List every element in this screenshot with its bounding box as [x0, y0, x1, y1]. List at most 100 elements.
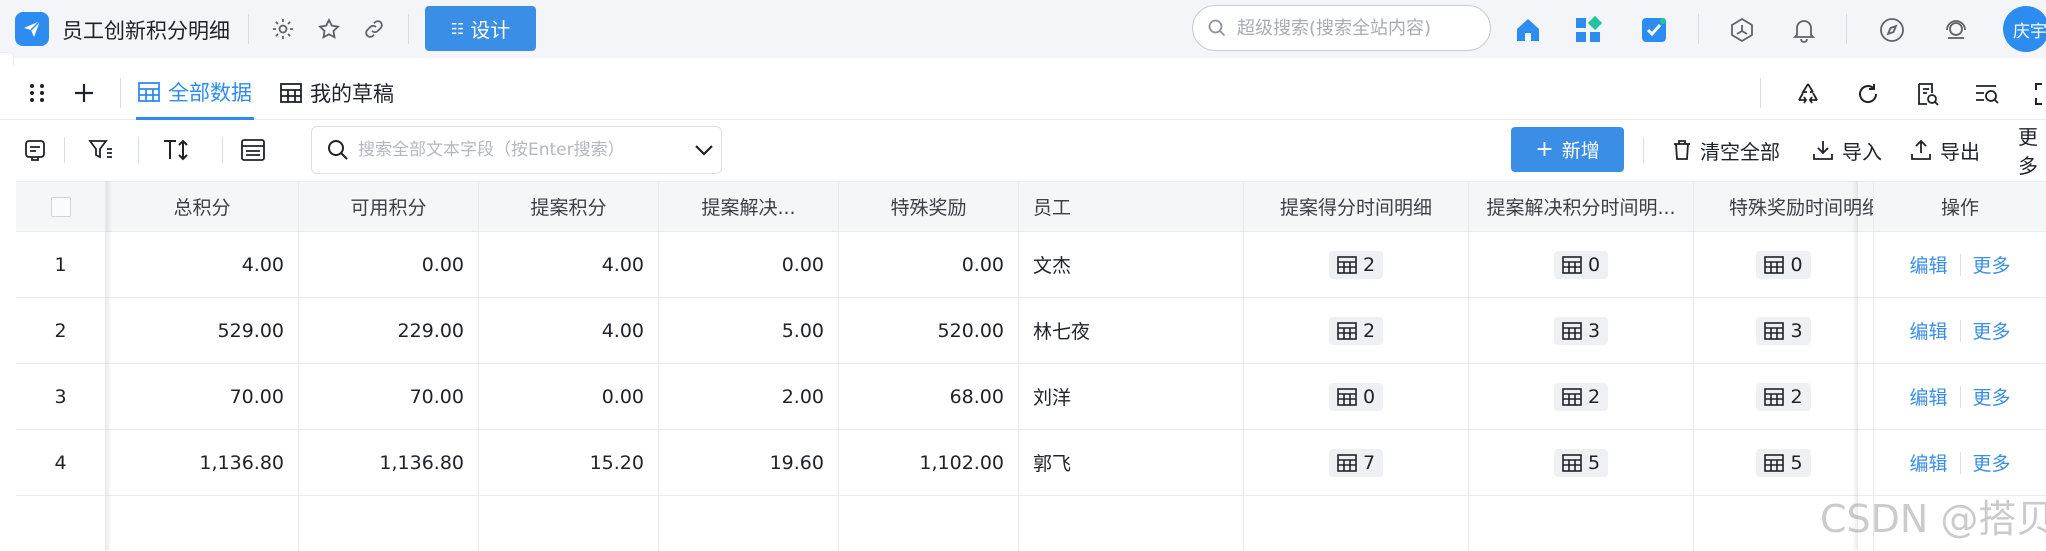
empty-area — [1244, 496, 1469, 551]
search-list-icon[interactable] — [1971, 78, 2003, 110]
link-icon[interactable] — [359, 14, 389, 44]
design-button-label: 设计 — [470, 18, 511, 42]
subtable-count: 3 — [1587, 319, 1601, 342]
more-link[interactable]: 更多 — [1973, 449, 2011, 476]
export-button[interactable]: 导出 — [1910, 131, 1980, 169]
import-button[interactable]: 导入 — [1812, 131, 1882, 169]
refresh-icon[interactable] — [1852, 78, 1884, 110]
audit-icon[interactable] — [1911, 78, 1943, 110]
select-all-checkbox[interactable] — [50, 196, 71, 217]
subtable-chip[interactable]: 5 — [1553, 448, 1609, 477]
cell-special: 520.00 — [839, 298, 1019, 364]
empty-area — [659, 496, 839, 551]
tab-all-data[interactable]: 全部数据 — [136, 66, 254, 120]
cell-available: 0.00 — [299, 232, 479, 298]
subtable-chip[interactable]: 2 — [1328, 316, 1384, 345]
hexagon-icon[interactable] — [1724, 12, 1760, 48]
subtable-chip[interactable]: 5 — [1756, 448, 1811, 477]
empty-area — [299, 496, 479, 551]
column-header[interactable]: 总积分 — [106, 182, 299, 232]
design-button[interactable]: ☷ 设计 — [425, 6, 536, 51]
clear-all-button[interactable]: 清空全部 — [1672, 131, 1780, 169]
column-header[interactable]: 提案积分 — [479, 182, 659, 232]
divider — [1698, 14, 1699, 44]
global-search-input[interactable] — [1237, 17, 1477, 39]
compass-icon[interactable] — [1874, 12, 1910, 48]
edit-link[interactable]: 编辑 — [1909, 449, 1947, 476]
star-icon[interactable] — [314, 14, 344, 44]
app-title: 员工创新积分明细 — [62, 19, 230, 43]
column-header[interactable]: 提案解决... — [659, 182, 839, 232]
more-link[interactable]: 更多 — [1973, 251, 2011, 278]
subtable-count: 0 — [1362, 385, 1376, 408]
drag-handle-icon[interactable] — [24, 80, 50, 106]
trash-icon — [1674, 140, 1690, 160]
column-header[interactable]: 特殊奖励 — [839, 182, 1019, 232]
add-view-icon[interactable] — [70, 79, 98, 107]
subtable-chip[interactable]: 2 — [1328, 250, 1384, 279]
edit-link[interactable]: 编辑 — [1909, 251, 1947, 278]
table-icon — [1562, 453, 1582, 472]
apps-icon[interactable] — [1570, 12, 1606, 48]
task-check-icon[interactable] — [1636, 12, 1672, 48]
more-link[interactable]: 更多 — [1973, 317, 2011, 344]
column-header[interactable]: 可用积分 — [299, 182, 479, 232]
empty-area — [1469, 496, 1694, 551]
cell-actions: 编辑 更多 — [1874, 364, 2046, 430]
tab-label: 我的草稿 — [310, 82, 394, 106]
tab-my-drafts[interactable]: 我的草稿 — [280, 66, 394, 120]
home-icon[interactable] — [1510, 12, 1546, 48]
subtable-chip[interactable]: 3 — [1756, 316, 1811, 345]
filter-icon[interactable] — [86, 135, 116, 165]
cell-special-detail: 5 — [1694, 430, 1874, 496]
more-label: 更多 — [2018, 125, 2038, 178]
subtable-chip[interactable]: 0 — [1553, 250, 1609, 279]
design-icon: ☷ — [450, 19, 465, 38]
edit-link[interactable]: 编辑 — [1909, 317, 1947, 344]
divider — [1760, 78, 1761, 108]
text-filter-input[interactable] — [358, 140, 678, 160]
recycle-icon[interactable] — [1792, 78, 1824, 110]
subtable-count: 0 — [1587, 253, 1601, 276]
column-header[interactable]: 员工 — [1019, 182, 1244, 232]
cell-proposal: 4.00 — [479, 298, 659, 364]
subtable-count: 0 — [1790, 253, 1803, 276]
bell-icon[interactable] — [1786, 12, 1822, 48]
row-index: 2 — [16, 298, 106, 364]
column-header[interactable]: 提案解决积分时间明... — [1469, 182, 1694, 232]
cell-employee: 林七夜 — [1019, 298, 1244, 364]
subtable-chip[interactable]: 3 — [1553, 316, 1609, 345]
fullscreen-icon[interactable] — [2030, 78, 2046, 110]
more-link[interactable]: 更多 — [1973, 383, 2011, 410]
columns-config-icon[interactable] — [238, 135, 268, 165]
avatar[interactable]: 庆宇 — [2003, 6, 2046, 52]
table-icon — [1337, 387, 1357, 406]
cell-solution-detail: 5 — [1469, 430, 1694, 496]
table-icon — [1337, 255, 1357, 274]
add-button[interactable]: + 新增 — [1511, 127, 1624, 172]
subtable-chip[interactable]: 2 — [1756, 382, 1811, 411]
sort-text-icon[interactable] — [160, 135, 192, 165]
cell-total: 1,136.80 — [106, 430, 299, 496]
edit-link[interactable]: 编辑 — [1909, 383, 1947, 410]
global-search[interactable] — [1192, 5, 1491, 51]
view-settings-icon[interactable] — [20, 135, 50, 165]
subtable-chip[interactable]: 0 — [1756, 250, 1811, 279]
cell-employee: 文杰 — [1019, 232, 1244, 298]
text-filter[interactable] — [311, 126, 722, 174]
row-index: 1 — [16, 232, 106, 298]
more-button[interactable]: 更多 — [2018, 125, 2046, 178]
cell-solution-detail: 0 — [1469, 232, 1694, 298]
support-icon[interactable] — [1938, 12, 1974, 48]
table-icon — [1337, 321, 1357, 340]
subtable-count: 2 — [1587, 385, 1601, 408]
subtable-chip[interactable]: 0 — [1328, 382, 1384, 411]
column-header[interactable]: 特殊奖励时间明细 — [1694, 182, 1874, 232]
column-header[interactable]: 提案得分时间明细 — [1244, 182, 1469, 232]
subtable-chip[interactable]: 2 — [1553, 382, 1609, 411]
cell-proposal-detail: 0 — [1244, 364, 1469, 430]
empty-area — [479, 496, 659, 551]
gear-icon[interactable] — [268, 14, 298, 44]
chevron-down-icon[interactable] — [694, 143, 714, 157]
subtable-chip[interactable]: 7 — [1328, 448, 1384, 477]
